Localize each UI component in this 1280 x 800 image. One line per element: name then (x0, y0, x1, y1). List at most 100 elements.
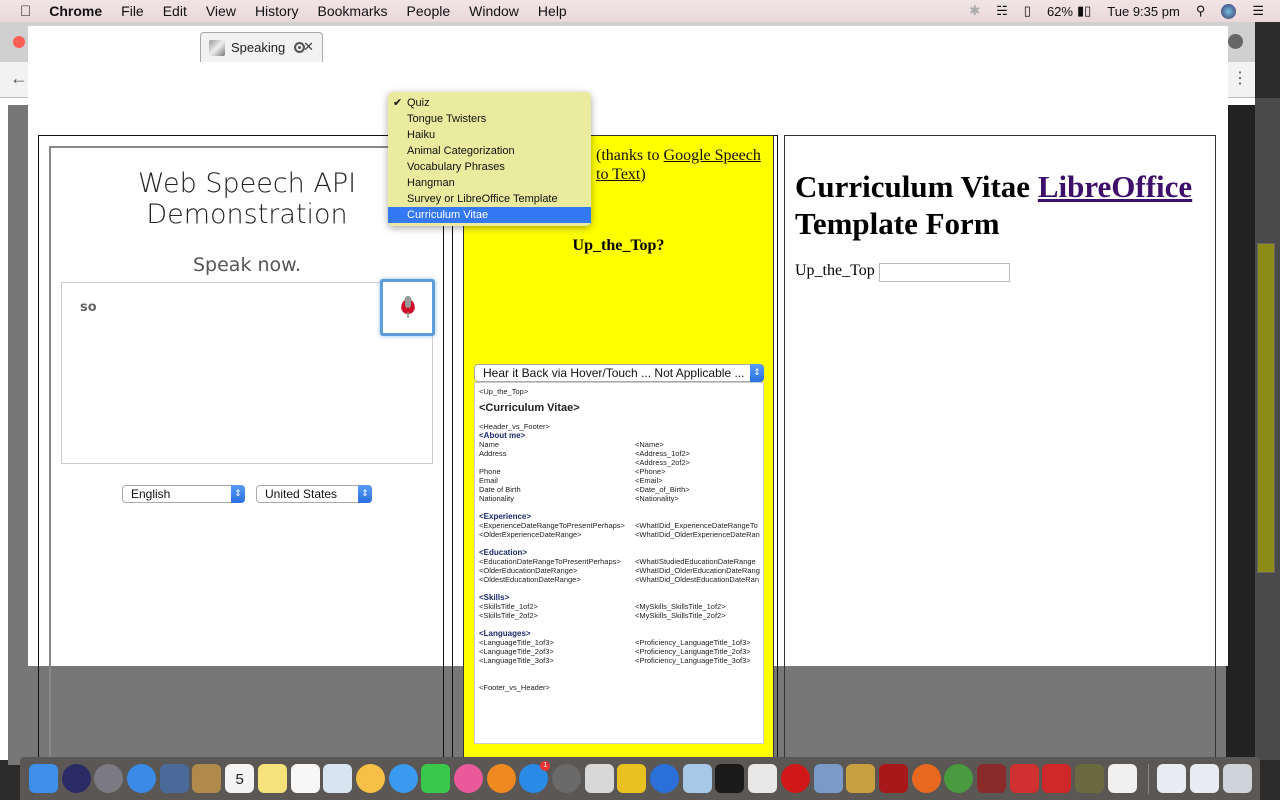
spotlight-search-icon[interactable]: ⚲ (1196, 3, 1206, 19)
credits-suffix: ) (640, 166, 646, 183)
dropdown-option[interactable]: Hangman (388, 175, 591, 191)
menu-edit[interactable]: Edit (163, 3, 187, 19)
menu-people[interactable]: People (407, 3, 451, 19)
dock-app-image-capture-icon[interactable] (813, 764, 843, 793)
language-select[interactable]: English ⇕ (122, 485, 245, 503)
bluetooth-icon[interactable]: ✱ (969, 3, 980, 19)
dock-trash-icon[interactable] (1222, 764, 1252, 793)
dock-app-preview-icon[interactable] (323, 764, 353, 793)
doc-row: <OldestEducationDateRange> <WhatIDid_Olde… (479, 575, 763, 584)
doc-row-label: <LanguageTitle_1of3> (479, 638, 554, 647)
menu-view[interactable]: View (206, 3, 236, 19)
wifi-icon[interactable]: ☵ (996, 3, 1008, 19)
dock-app-quicktime-icon[interactable] (650, 764, 680, 793)
dock-app-contacts-icon[interactable] (192, 764, 222, 793)
battery-icon[interactable]: ▮▯ (1077, 3, 1091, 19)
dock-app-scissors-icon[interactable] (584, 764, 614, 793)
doc-top-tag: <Up_the_Top> (479, 387, 529, 396)
dock-app-itunes-icon[interactable] (453, 764, 483, 793)
up-the-top-input[interactable] (879, 263, 1010, 282)
libreoffice-link[interactable]: LibreOffice (1038, 169, 1192, 204)
dropdown-option[interactable]: Animal Categorization (388, 143, 591, 159)
close-tab-icon[interactable]: ✕ (303, 39, 314, 55)
dock-app-wunderlist-icon[interactable] (617, 764, 647, 793)
dropdown-option[interactable]: Curriculum Vitae (388, 207, 591, 223)
dock-app-filezilla-icon[interactable] (878, 764, 908, 793)
site-favicon-icon (209, 39, 225, 56)
doc-heading: <Curriculum Vitae> (479, 402, 580, 414)
dock-app-notes-icon[interactable] (257, 764, 287, 793)
menu-app-name[interactable]: Chrome (49, 3, 102, 19)
transcript-box[interactable]: so (61, 282, 433, 464)
title-line-2: Demonstration (146, 199, 348, 230)
siri-icon[interactable] (1221, 3, 1237, 19)
dock-app-messages-icon[interactable] (388, 764, 418, 793)
dock-app-gimp-icon[interactable] (1075, 764, 1104, 793)
start-microphone-button[interactable] (380, 279, 435, 336)
cv-template-preview[interactable]: <Up_the_Top> <Curriculum Vitae> <Header_… (474, 382, 764, 744)
dock-app-appcode-icon[interactable] (1009, 764, 1039, 793)
dock-app-app-store-icon[interactable]: 1 (519, 761, 551, 793)
dock-app-sketchup-icon[interactable] (1042, 764, 1072, 793)
credits-prefix: (thanks to (596, 147, 664, 164)
hear-back-select[interactable]: Hear it Back via Hover/Touch ... Not App… (474, 364, 764, 382)
dock-app-reminders-icon[interactable] (290, 764, 320, 793)
dock-app-terminal-icon[interactable] (715, 764, 745, 793)
apple-menu-icon[interactable]:  (20, 3, 31, 20)
dock-downloads-icon[interactable] (1157, 764, 1187, 793)
profile-icon[interactable] (1228, 34, 1243, 49)
google-speech-link[interactable]: Google Speech (664, 147, 761, 164)
dropdown-option[interactable]: ✔ Quiz (388, 95, 591, 111)
doc-row-value: <WhatIStudiedEducationDateRange (635, 557, 756, 566)
dock-app-script-editor-icon[interactable] (846, 764, 876, 793)
notification-center-icon[interactable]: ☰ (1252, 3, 1264, 19)
doc-footer-tag: <Footer_vs_Header> (479, 683, 550, 692)
dock-app-firefox-icon[interactable] (911, 764, 941, 793)
menu-file[interactable]: File (121, 3, 144, 19)
clock[interactable]: Tue 9:35 pm (1107, 4, 1180, 19)
dock-app-xcode-icon[interactable] (682, 764, 712, 793)
back-button[interactable]: ← (10, 68, 28, 89)
dock-app-ibooks-icon[interactable] (486, 764, 516, 793)
doc-row: Name <Name> (479, 440, 763, 449)
doc-row-value: <WhatIDid_OlderExperienceDateRan (635, 530, 760, 539)
dock-app-system-preferences-icon[interactable] (552, 764, 581, 793)
dock-app-launchpad-icon[interactable] (94, 764, 124, 793)
to-text-link[interactable]: to Text (596, 166, 640, 183)
battery-percent[interactable]: 62% (1047, 4, 1073, 19)
dock-app-photo-booth-icon[interactable] (976, 764, 1006, 793)
dropdown-option[interactable]: Vocabulary Phrases (388, 159, 591, 175)
doc-row-label: Nationality (479, 494, 515, 503)
airplay-icon[interactable]: ▯ (1024, 3, 1031, 19)
doc-row-value: <Address_1of2> (635, 449, 691, 458)
dock-app-opera-icon[interactable] (780, 764, 810, 793)
dock-app-document-icon[interactable] (1107, 764, 1137, 793)
dock-app-mail-icon[interactable] (159, 764, 189, 793)
chrome-menu-icon[interactable]: ⋮ (1232, 68, 1248, 88)
dock-desktop-icon[interactable] (1190, 764, 1220, 793)
dock-app-facetime-icon[interactable] (421, 764, 451, 793)
menu-bookmarks[interactable]: Bookmarks (318, 3, 388, 19)
doc-row-value: <WhatIDid_OldestEducationDateRan (635, 575, 760, 584)
dropdown-option[interactable]: Haiku (388, 127, 591, 143)
dock-app-photos-icon[interactable] (355, 764, 385, 793)
dock-app-sequel-pro-icon[interactable] (748, 764, 778, 793)
menu-help[interactable]: Help (538, 3, 567, 19)
dock-app-siri-icon[interactable] (61, 764, 91, 793)
dock-app-safari-icon[interactable] (127, 764, 157, 793)
hear-back-value: Hear it Back via Hover/Touch ... Not App… (483, 366, 745, 380)
dock-app-finder-icon[interactable] (29, 764, 58, 793)
doc-row: <SkillsTitle_2of2> <MySkills_SkillsTitle_… (479, 611, 763, 620)
dock-app-calendar-icon[interactable]: 5 (225, 764, 255, 793)
menu-history[interactable]: History (255, 3, 299, 19)
dropdown-option[interactable]: Survey or LibreOffice Template (388, 191, 591, 207)
dropdown-option-label: Quiz (407, 97, 430, 109)
dropdown-option[interactable]: Tongue Twisters (388, 111, 591, 127)
close-window-button[interactable] (13, 36, 25, 48)
doc-row-value: <Address_2of2> (635, 458, 691, 467)
menu-window[interactable]: Window (469, 3, 519, 19)
doc-row-label: Phone (479, 467, 501, 476)
dock-app-chrome-icon[interactable] (944, 764, 974, 793)
dialect-select[interactable]: United States ⇕ (256, 485, 372, 503)
tab-speaking-active[interactable]: Speaking ✕ (200, 32, 323, 62)
